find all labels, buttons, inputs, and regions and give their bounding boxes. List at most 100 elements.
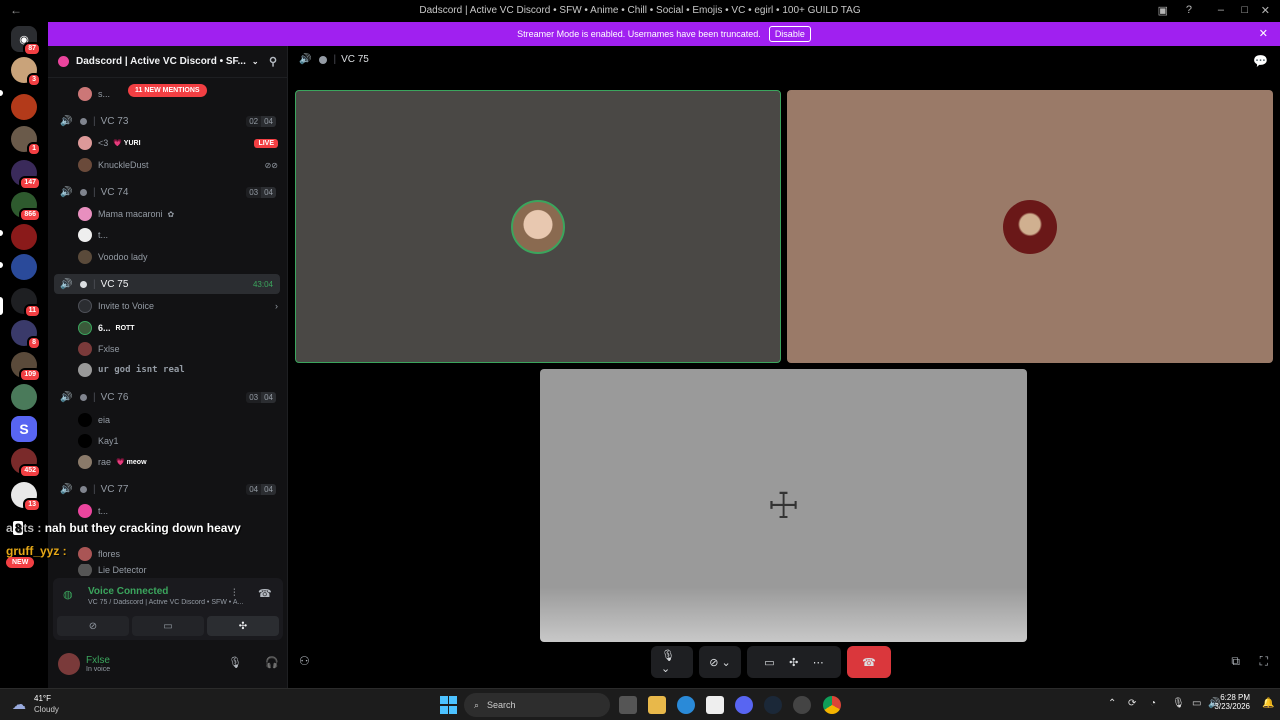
edge-icon[interactable]	[677, 696, 695, 714]
voice-user[interactable]: 6... ROTT	[78, 318, 278, 338]
weather-temp[interactable]: 41°F	[34, 694, 51, 703]
guild-header[interactable]: Dadscord | Active VC Discord • SF... ⌄ ⚲	[48, 46, 287, 78]
server-icon[interactable]: 8	[11, 320, 41, 350]
steam-icon[interactable]	[764, 696, 782, 714]
direct-messages-button[interactable]: ◉ 87	[11, 26, 41, 56]
camera-button[interactable]: ⊘	[57, 616, 129, 636]
inbox-icon[interactable]: ▣	[1158, 4, 1168, 17]
activities-icon[interactable]: ✣	[789, 656, 798, 669]
server-icon[interactable]: 109	[11, 352, 41, 382]
camera-button[interactable]: ⊘ ⌄	[699, 646, 741, 678]
server-icon[interactable]: 866	[11, 192, 41, 222]
muted-icon: ⊘⊘	[264, 160, 278, 170]
voice-user[interactable]: <3 💗 YURI LIVE	[78, 133, 278, 153]
unread-pill	[0, 262, 3, 268]
microphone-icon[interactable]: 🎙	[1172, 698, 1185, 709]
speaker-icon: 🔊	[299, 54, 312, 65]
microphone-icon[interactable]: 🎙	[228, 656, 242, 669]
notifications-icon[interactable]: 🔔	[1262, 698, 1274, 709]
tray-app-icon[interactable]: ◔	[1150, 698, 1156, 709]
server-icon[interactable]: 1	[11, 126, 41, 156]
more-icon[interactable]: ⋯	[813, 656, 824, 669]
minimize-icon[interactable]: –	[1218, 4, 1224, 16]
channel-vc-75[interactable]: 🔊 | VC 75 43:04	[54, 274, 280, 294]
voice-channel-path[interactable]: VC 75 / Dadscord | Active VC Discord • S…	[88, 599, 273, 606]
voice-user[interactable]: t...	[78, 501, 278, 521]
add-user-icon	[78, 299, 92, 313]
close-banner-icon[interactable]: ✕	[1259, 27, 1268, 40]
help-icon[interactable]: ?	[1186, 4, 1192, 16]
screen-share-icon[interactable]: ▭	[764, 656, 774, 669]
tray-app-icon[interactable]: ⟳	[1128, 698, 1136, 709]
pop-out-icon[interactable]: ⧉	[1231, 654, 1240, 669]
cloud-icon: ☁	[12, 696, 26, 712]
voice-user[interactable]: flores	[78, 544, 278, 564]
voice-user[interactable]: Mama macaroni ✿	[78, 204, 278, 224]
disable-streamer-button[interactable]: Disable	[768, 26, 811, 42]
server-icon[interactable]: 11	[11, 288, 41, 318]
server-icon[interactable]: 147	[11, 160, 41, 190]
disconnect-icon[interactable]: ☎	[258, 587, 272, 600]
store-icon[interactable]	[706, 696, 724, 714]
unread-badge: 87	[23, 42, 41, 56]
participant-tile[interactable]	[787, 90, 1273, 363]
speaker-icon: 🔊	[60, 483, 73, 495]
screen-share-button[interactable]: ▭	[132, 616, 204, 636]
app-icon[interactable]	[793, 696, 811, 714]
channel-vc-73[interactable]: 🔊 | VC 73 02 04	[54, 111, 280, 131]
start-button[interactable]	[440, 696, 458, 714]
task-view-icon[interactable]	[619, 696, 637, 714]
mute-button[interactable]: 🎙 ⌄	[651, 646, 693, 678]
user-name: s...	[98, 89, 111, 99]
server-icon[interactable]	[11, 224, 37, 250]
channel-title: VC 75	[341, 54, 369, 65]
maximize-icon[interactable]: □	[1241, 4, 1248, 16]
server-icon[interactable]: S	[11, 416, 37, 442]
chevron-up-icon[interactable]: ⌃	[1108, 698, 1116, 709]
user-name: flores	[98, 549, 121, 559]
channel-vc-74[interactable]: 🔊 | VC 74 03 04	[54, 182, 280, 202]
taskbar-search[interactable]: ⌕ Search	[464, 693, 610, 717]
noise-suppression-icon[interactable]: ⫶	[233, 588, 236, 599]
file-explorer-icon[interactable]	[648, 696, 666, 714]
participant-avatar	[1003, 199, 1057, 254]
voice-user[interactable]: Fxlse	[78, 339, 278, 359]
voice-user[interactable]: Voodoo lady	[78, 247, 278, 267]
new-mentions-badge[interactable]: 11 NEW MENTIONS	[128, 84, 207, 97]
channel-vc-77[interactable]: 🔊 | VC 77 04 04	[54, 479, 280, 499]
invite-to-voice-button[interactable]: Invite to Voice ›	[78, 296, 278, 316]
channel-vc-76[interactable]: 🔊 | VC 76 03 04	[54, 387, 280, 407]
server-icon[interactable]: 3	[11, 57, 41, 87]
voice-user[interactable]: Lie Detector	[78, 564, 278, 576]
network-icon[interactable]: ▭	[1192, 698, 1201, 709]
user-count: 02 04	[246, 115, 276, 127]
server-icon[interactable]	[11, 384, 37, 410]
invite-people-icon[interactable]: ⚲	[269, 55, 277, 68]
participant-tile[interactable]	[295, 90, 781, 363]
voice-user[interactable]: rae 💗 meow	[78, 452, 278, 472]
discord-icon[interactable]	[735, 696, 753, 714]
status-dot	[80, 393, 87, 401]
voice-user[interactable]: eia	[78, 410, 278, 430]
headphones-icon[interactable]: 🎧	[265, 656, 279, 669]
chat-icon[interactable]: 💬	[1253, 54, 1268, 68]
system-clock[interactable]: 6:28 PM 3/23/2026	[1214, 693, 1250, 711]
chrome-icon[interactable]	[823, 696, 841, 714]
server-icon[interactable]: 13	[11, 482, 41, 512]
activities-button[interactable]: ✣	[207, 616, 279, 636]
voice-user[interactable]: ur god isnt real	[78, 360, 278, 380]
server-icon[interactable]	[11, 254, 37, 280]
server-icon[interactable]	[11, 94, 37, 120]
end-call-button[interactable]: ☎	[847, 646, 891, 678]
add-user-icon[interactable]: ⚇	[299, 654, 310, 668]
voice-user[interactable]: Kay1	[78, 431, 278, 451]
voice-user[interactable]: t...	[78, 225, 278, 245]
participant-tile[interactable]: ☩	[540, 369, 1027, 642]
weather-desc[interactable]: Cloudy	[34, 705, 59, 714]
voice-user[interactable]: KnuckleDust ⊘⊘	[78, 155, 278, 175]
close-window-icon[interactable]: ✕	[1261, 4, 1270, 17]
avatar[interactable]	[58, 653, 80, 675]
fullscreen-icon[interactable]: ⛶	[1260, 654, 1268, 669]
signal-icon[interactable]: ◍	[63, 588, 73, 601]
server-icon[interactable]: 452	[11, 448, 41, 478]
